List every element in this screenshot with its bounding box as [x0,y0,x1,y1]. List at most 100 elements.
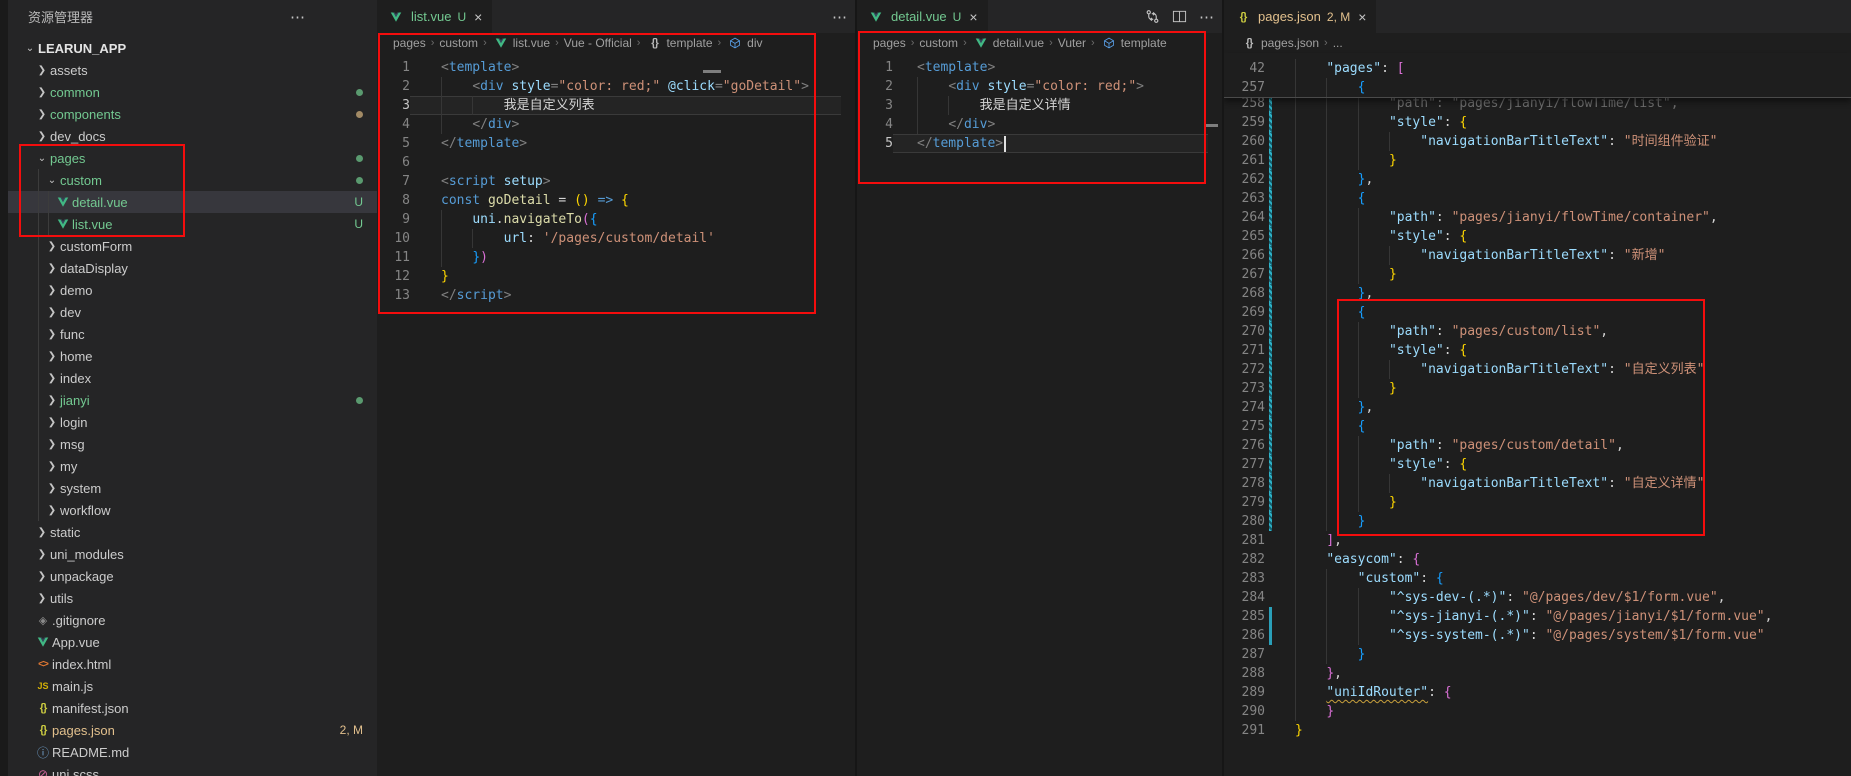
code-line-10[interactable]: 10 url: '/pages/custom/detail' [377,229,855,248]
code-line-268[interactable]: 268 }, [1224,284,1851,303]
code-line-1[interactable]: 1<template> [377,58,855,77]
code-line-290[interactable]: 290 } [1224,702,1851,721]
code-area[interactable]: 1<template>2 <div style="color: red;">3 … [857,53,1222,153]
breadcrumb-item[interactable]: ... [1333,36,1343,50]
code-line-288[interactable]: 288 }, [1224,664,1851,683]
tree-item-components[interactable]: ❯components [8,103,377,125]
code-line-7[interactable]: 7<script setup> [377,172,855,191]
code-line-266[interactable]: 266 "navigationBarTitleText": "新增" [1224,246,1851,265]
more-actions-icon[interactable]: ⋯ [832,8,847,26]
code-line-277[interactable]: 277 "style": { [1224,455,1851,474]
breadcrumb-item[interactable]: custom [439,36,478,50]
code-line-273[interactable]: 273 } [1224,379,1851,398]
breadcrumb-item[interactable]: template [1100,36,1167,50]
code-line-280[interactable]: 280 } [1224,512,1851,531]
explorer-more-actions-icon[interactable]: ⋯ [290,0,305,35]
breadcrumb-item[interactable]: custom [919,36,958,50]
breadcrumb-item[interactable]: list.vue [492,36,550,50]
breadcrumb-item[interactable]: pages [393,36,426,50]
tree-item-main.js[interactable]: JSmain.js [8,675,377,697]
breadcrumb-item[interactable]: detail.vue [972,36,1044,50]
breadcrumb-item[interactable]: Vue - Official [564,36,632,50]
tree-item-dev_docs[interactable]: ❯dev_docs [8,125,377,147]
code-line-279[interactable]: 279 } [1224,493,1851,512]
code-line-282[interactable]: 282 "easycom": { [1224,550,1851,569]
close-tab-icon[interactable]: × [474,9,482,25]
code-line-8[interactable]: 8const goDetail = () => { [377,191,855,210]
code-line-283[interactable]: 283 "custom": { [1224,569,1851,588]
code-line-261[interactable]: 261 } [1224,151,1851,170]
close-tab-icon[interactable]: × [1358,9,1366,25]
code-line-9[interactable]: 9 uni.navigateTo({ [377,210,855,229]
tree-item-system[interactable]: ❯system [8,477,377,499]
code-line-281[interactable]: 281 ], [1224,531,1851,550]
code-line-11[interactable]: 11 }) [377,248,855,267]
code-line-42[interactable]: 42 "pages": [ [1224,59,1851,78]
code-line-270[interactable]: 270 "path": "pages/custom/list", [1224,322,1851,341]
open-changes-icon[interactable] [1145,9,1160,24]
tree-item-assets[interactable]: ❯assets [8,59,377,81]
tree-item-unpackage[interactable]: ❯unpackage [8,565,377,587]
code-line-260[interactable]: 260 "navigationBarTitleText": "时间组件验证" [1224,132,1851,151]
code-line-275[interactable]: 275 { [1224,417,1851,436]
tree-item-detail.vue[interactable]: detail.vueU [8,191,377,213]
split-editor-icon[interactable] [1172,9,1187,24]
tree-item-demo[interactable]: ❯demo [8,279,377,301]
editor-group-divider[interactable] [855,0,857,776]
close-tab-icon[interactable]: × [969,9,977,25]
code-line-286[interactable]: 286 "^sys-system-(.*)": "@/pages/system/… [1224,626,1851,645]
tree-item-.gitignore[interactable]: ◈.gitignore [8,609,377,631]
code-line-285[interactable]: 285 "^sys-jianyi-(.*)": "@/pages/jianyi/… [1224,607,1851,626]
tree-item-my[interactable]: ❯my [8,455,377,477]
tree-item-list.vue[interactable]: list.vueU [8,213,377,235]
code-line-262[interactable]: 262 }, [1224,170,1851,189]
tree-item-dev[interactable]: ❯dev [8,301,377,323]
code-line-289[interactable]: 289 "uniIdRouter": { [1224,683,1851,702]
breadcrumb-item[interactable]: Vuter [1058,36,1086,50]
editor-group-divider[interactable] [1222,0,1224,776]
code-line-263[interactable]: 263 { [1224,189,1851,208]
tree-item-README.md[interactable]: ⓘREADME.md [8,741,377,763]
code-line-2[interactable]: 2 <div style="color: red;"> [857,77,1222,96]
breadcrumb-item[interactable]: pages [873,36,906,50]
tree-item-dataDisplay[interactable]: ❯dataDisplay [8,257,377,279]
code-line-274[interactable]: 274 }, [1224,398,1851,417]
tree-item-uni_modules[interactable]: ❯uni_modules [8,543,377,565]
code-line-2[interactable]: 2 <div style="color: red;" @click="goDet… [377,77,855,96]
breadcrumb-item[interactable]: {}template [645,36,712,50]
tree-item-uni.scss[interactable]: ⊘uni.scss [8,763,377,776]
code-line-278[interactable]: 278 "navigationBarTitleText": "自定义详情" [1224,474,1851,493]
tree-item-func[interactable]: ❯func [8,323,377,345]
tree-item-LEARUN_APP[interactable]: ⌄LEARUN_APP [8,37,377,59]
tab-pages.json[interactable]: {}pages.json2, M× [1224,0,1376,33]
code-line-257[interactable]: 257 { [1224,78,1851,97]
tree-item-login[interactable]: ❯login [8,411,377,433]
code-line-287[interactable]: 287 } [1224,645,1851,664]
code-line-12[interactable]: 12} [377,267,855,286]
tree-item-home[interactable]: ❯home [8,345,377,367]
code-area[interactable]: 258 "path": "pages/jianyi/flowTime/list"… [1224,53,1851,740]
code-line-3[interactable]: 3 我是自定义列表 [377,96,855,115]
code-line-4[interactable]: 4 </div> [377,115,855,134]
code-line-13[interactable]: 13</script> [377,286,855,305]
tree-item-customForm[interactable]: ❯customForm [8,235,377,257]
tab-list.vue[interactable]: list.vueU× [377,0,492,33]
breadcrumb-item[interactable]: div [726,36,762,50]
code-line-267[interactable]: 267 } [1224,265,1851,284]
code-line-269[interactable]: 269 { [1224,303,1851,322]
code-line-3[interactable]: 3 我是自定义详情 [857,96,1222,115]
code-line-271[interactable]: 271 "style": { [1224,341,1851,360]
tree-item-common[interactable]: ❯common [8,81,377,103]
tree-item-pages.json[interactable]: {}pages.json2, M [8,719,377,741]
tree-item-jianyi[interactable]: ❯jianyi [8,389,377,411]
code-line-5[interactable]: 5</template> [377,134,855,153]
tree-item-utils[interactable]: ❯utils [8,587,377,609]
breadcrumb-item[interactable]: {}pages.json [1240,36,1319,50]
tree-item-custom[interactable]: ⌄custom [8,169,377,191]
code-line-272[interactable]: 272 "navigationBarTitleText": "自定义列表" [1224,360,1851,379]
tree-item-static[interactable]: ❯static [8,521,377,543]
code-line-6[interactable]: 6 [377,153,855,172]
code-line-1[interactable]: 1<template> [857,58,1222,77]
code-line-276[interactable]: 276 "path": "pages/custom/detail", [1224,436,1851,455]
tree-item-index.html[interactable]: <>index.html [8,653,377,675]
